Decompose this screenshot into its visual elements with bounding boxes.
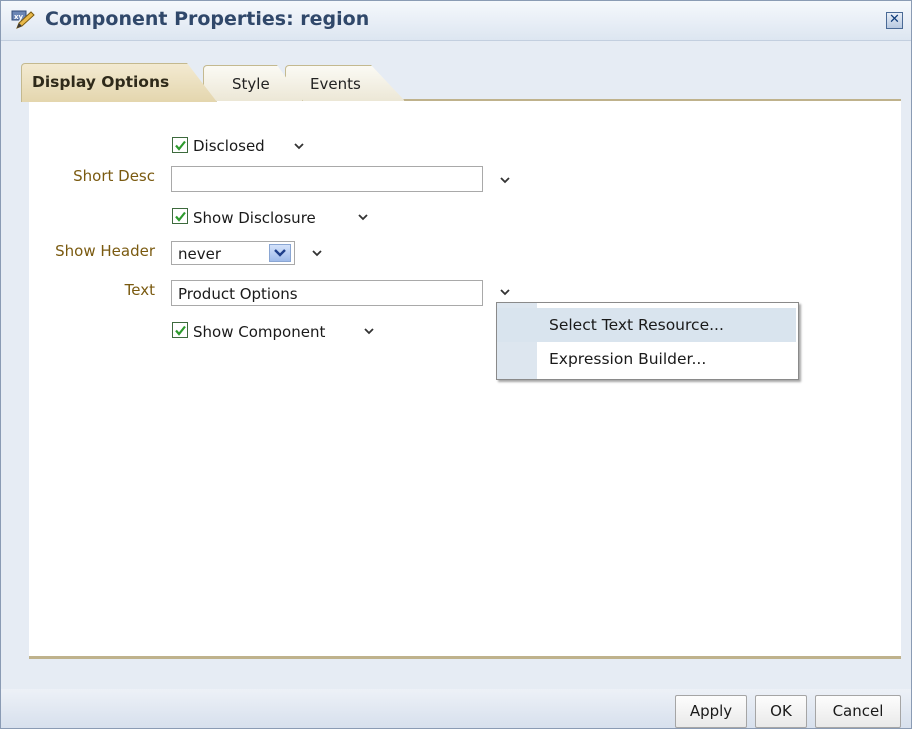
apply-button[interactable]: Apply bbox=[675, 695, 747, 728]
cancel-button[interactable]: Cancel bbox=[815, 695, 901, 728]
text-label: Text bbox=[124, 281, 155, 299]
tab-display-options[interactable]: Display Options bbox=[21, 63, 217, 102]
show-component-checkbox[interactable] bbox=[172, 322, 188, 338]
show-header-value: never bbox=[178, 245, 222, 263]
chevron-down-icon[interactable] bbox=[357, 213, 369, 221]
dialog-titlebar[interactable]: xy Component Properties: region ✕ bbox=[1, 1, 911, 41]
component-properties-dialog: xy Component Properties: region ✕ Events… bbox=[0, 0, 912, 729]
menu-item-expression-builder[interactable]: Expression Builder... bbox=[497, 342, 796, 376]
menu-item-select-text-resource[interactable]: Select Text Resource... bbox=[497, 308, 796, 342]
menu-item-label: Expression Builder... bbox=[549, 350, 707, 368]
disclosed-label: Disclosed bbox=[193, 137, 265, 155]
text-input[interactable]: Product Options bbox=[171, 280, 483, 306]
close-button[interactable]: ✕ bbox=[886, 12, 903, 29]
chevron-down-icon[interactable] bbox=[311, 249, 323, 257]
ok-button[interactable]: OK bbox=[755, 695, 807, 728]
short-desc-input[interactable] bbox=[171, 166, 483, 192]
short-desc-label: Short Desc bbox=[73, 167, 155, 185]
dialog-title: Component Properties: region bbox=[45, 8, 370, 30]
select-arrow-icon[interactable] bbox=[269, 244, 291, 262]
tab-events[interactable]: Events bbox=[285, 65, 405, 101]
show-header-select[interactable]: never bbox=[171, 241, 295, 265]
close-icon: ✕ bbox=[889, 12, 900, 27]
xy-edit-icon: xy bbox=[11, 9, 35, 31]
show-disclosure-checkbox[interactable] bbox=[172, 208, 188, 224]
text-options-menu: Select Text Resource... Expression Build… bbox=[496, 302, 799, 380]
chevron-down-icon[interactable] bbox=[293, 142, 305, 150]
tab-bar: Events Style Display Options bbox=[21, 61, 901, 102]
check-icon bbox=[175, 140, 186, 151]
chevron-down-icon[interactable] bbox=[499, 176, 511, 184]
show-component-label: Show Component bbox=[193, 323, 326, 341]
disclosed-checkbox[interactable] bbox=[172, 137, 188, 153]
show-header-label: Show Header bbox=[55, 242, 155, 260]
show-disclosure-label: Show Disclosure bbox=[193, 209, 316, 227]
check-icon bbox=[175, 211, 186, 222]
menu-item-label: Select Text Resource... bbox=[549, 316, 724, 334]
chevron-down-icon[interactable] bbox=[363, 327, 375, 335]
check-icon bbox=[175, 325, 186, 336]
content-divider bbox=[29, 656, 901, 659]
chevron-down-icon[interactable] bbox=[499, 288, 511, 296]
